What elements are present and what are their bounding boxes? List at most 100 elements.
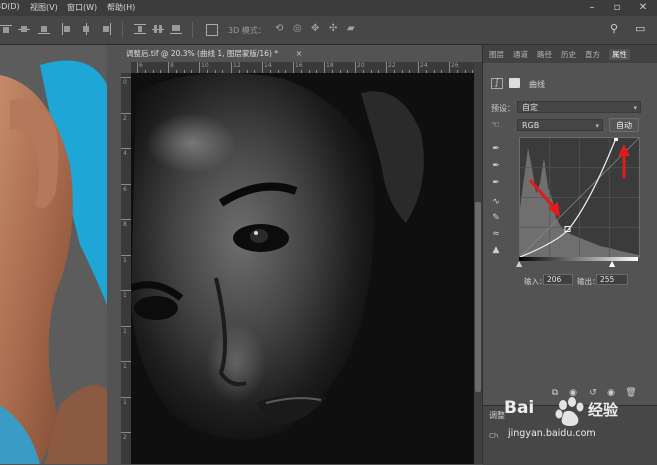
3d-roll-icon[interactable]: ◎	[293, 23, 302, 34]
ruler-number: 14	[264, 62, 272, 69]
watermark-brand-jingyan: 经验	[588, 401, 619, 419]
ruler-tick	[121, 326, 131, 327]
ruler-tick	[121, 361, 131, 362]
tab-paths[interactable]: 路径	[537, 49, 552, 60]
auto-button[interactable]: 自动	[609, 118, 639, 132]
ruler-number: 1	[123, 257, 127, 264]
restore-icon[interactable]: ▫	[610, 1, 624, 14]
white-point-eyedropper-icon[interactable]: ✒	[489, 176, 503, 190]
ruler-tick	[293, 62, 294, 73]
tab-channels[interactable]: 通道	[513, 49, 528, 60]
pencil-draw-icon[interactable]: ✎	[489, 211, 503, 225]
3d-mode-label: 3D 模式：	[228, 26, 266, 35]
menu-view[interactable]: 视图(V)	[30, 2, 58, 13]
ruler-number: 10	[201, 62, 209, 69]
white-slider-icon[interactable]: ▲	[609, 259, 615, 268]
target-adjust-hand-icon[interactable]: ☜	[491, 120, 500, 131]
ruler-tick	[355, 62, 356, 73]
ruler-number: 8	[170, 62, 174, 69]
ruler-number: 4	[123, 150, 127, 157]
3d-scale-icon[interactable]: ▰	[347, 23, 355, 34]
portrait-color-image	[0, 45, 107, 464]
align-vcenter-icon[interactable]	[18, 23, 30, 35]
curve-edit-points-icon[interactable]: ∿	[489, 195, 503, 209]
ruler-tick	[137, 62, 138, 73]
panel-tabs: 图层 通道 路径 历史 直方 属性	[483, 45, 657, 63]
ruler-tick	[324, 62, 325, 73]
ruler-tick	[168, 62, 169, 73]
preset-dropdown[interactable]: 自定 ▾	[517, 101, 641, 113]
ruler-number: 2	[123, 434, 127, 441]
menu-window[interactable]: 窗口(W)	[67, 2, 97, 13]
options-bar: 3D 模式： ⟲ ◎ ✥ ✣ ▰ ⚲ ▭	[0, 16, 657, 45]
channel-dropdown[interactable]: RGB ▾	[517, 119, 603, 131]
input-field[interactable]: 206	[543, 274, 573, 285]
output-field[interactable]: 255	[596, 274, 628, 285]
black-point-eyedropper-icon[interactable]: ✒	[489, 142, 503, 156]
tab-properties[interactable]: 属性	[609, 49, 630, 60]
ruler-tick	[449, 62, 450, 73]
align-top-icon[interactable]	[0, 23, 12, 35]
document-tab[interactable]: 调整后.tif @ 20.3% (曲线 1, 图层蒙版/16) * ×	[122, 46, 308, 62]
ruler-number: 12	[233, 62, 241, 69]
grayscale-portrait-image	[131, 73, 474, 464]
ruler-tick	[418, 62, 419, 73]
black-slider-icon[interactable]: ▲	[516, 259, 522, 268]
tab-histogram[interactable]: 直方	[585, 49, 600, 60]
baidu-jingyan-watermark: Bai 经验 jingyan.baidu.com	[498, 390, 628, 450]
ruler-tick	[121, 113, 131, 114]
preset-label: 预设：	[491, 104, 515, 113]
smooth-curve-icon[interactable]: ≈	[489, 227, 503, 241]
ruler-tick	[121, 184, 131, 185]
close-icon[interactable]: ✕	[636, 1, 650, 14]
vertical-scrollbar[interactable]	[474, 62, 482, 464]
3d-slide-icon[interactable]: ✣	[329, 23, 337, 34]
ruler-number: 6	[139, 62, 143, 69]
ruler-number: 16	[295, 62, 303, 69]
layer-row-text[interactable]: Ch	[489, 432, 498, 440]
tab-history[interactable]: 历史	[561, 49, 576, 60]
document-canvas[interactable]	[131, 73, 474, 464]
ruler-number: 0	[123, 79, 127, 86]
tab-close-icon[interactable]: ×	[296, 46, 302, 62]
tab-layers[interactable]: 图层	[489, 49, 504, 60]
curves-graph-svg	[519, 137, 640, 258]
workspace-icon[interactable]: ▭	[635, 22, 645, 35]
menu-bar: 3D(D) 视图(V) 窗口(W) 帮助(H) – ▫ ✕	[0, 0, 657, 16]
gray-point-eyedropper-icon[interactable]: ✒	[489, 159, 503, 173]
minimize-icon[interactable]: –	[585, 1, 599, 14]
distribute-bottom-icon[interactable]	[170, 23, 182, 35]
ruler-tick	[121, 219, 131, 220]
scrollbar-thumb[interactable]	[475, 202, 481, 392]
distribute-top-icon[interactable]	[134, 23, 146, 35]
document-tab-title: 调整后.tif @ 20.3% (曲线 1, 图层蒙版/16) *	[126, 49, 279, 58]
ruler-number: 6	[123, 186, 127, 193]
align-hcenter-icon[interactable]	[80, 23, 92, 35]
ruler-number: 20	[357, 62, 365, 69]
align-right-icon[interactable]	[100, 23, 112, 35]
curves-graph[interactable]	[519, 137, 640, 258]
chevron-down-icon: ▾	[633, 104, 637, 112]
left-document-view[interactable]	[0, 45, 107, 464]
gradient-bar	[519, 257, 638, 261]
clipping-warning-icon[interactable]: ▲	[489, 243, 503, 257]
ruler-tick	[121, 77, 131, 78]
menu-help[interactable]: 帮助(H)	[107, 2, 135, 13]
ruler-tick	[386, 62, 387, 73]
search-icon[interactable]: ⚲	[610, 22, 618, 35]
ruler-tick	[121, 290, 131, 291]
distribute-center-icon[interactable]	[152, 23, 164, 35]
3d-orbit-icon[interactable]: ⟲	[275, 23, 283, 34]
ruler-tick	[121, 148, 131, 149]
preset-value: 自定	[522, 103, 538, 112]
align-bottom-icon[interactable]	[38, 23, 50, 35]
ruler-tick	[121, 397, 131, 398]
curve-point-selected[interactable]	[614, 137, 618, 141]
watermark-brand-bai: Bai	[504, 398, 535, 418]
3d-pan-icon[interactable]: ✥	[311, 23, 319, 34]
menu-3d[interactable]: 3D(D)	[0, 2, 20, 11]
align-left-icon[interactable]	[60, 23, 72, 35]
auto-align-icon[interactable]	[205, 23, 218, 36]
ruler-number: 8	[123, 221, 127, 228]
layer-mask-icon[interactable]	[509, 78, 520, 88]
